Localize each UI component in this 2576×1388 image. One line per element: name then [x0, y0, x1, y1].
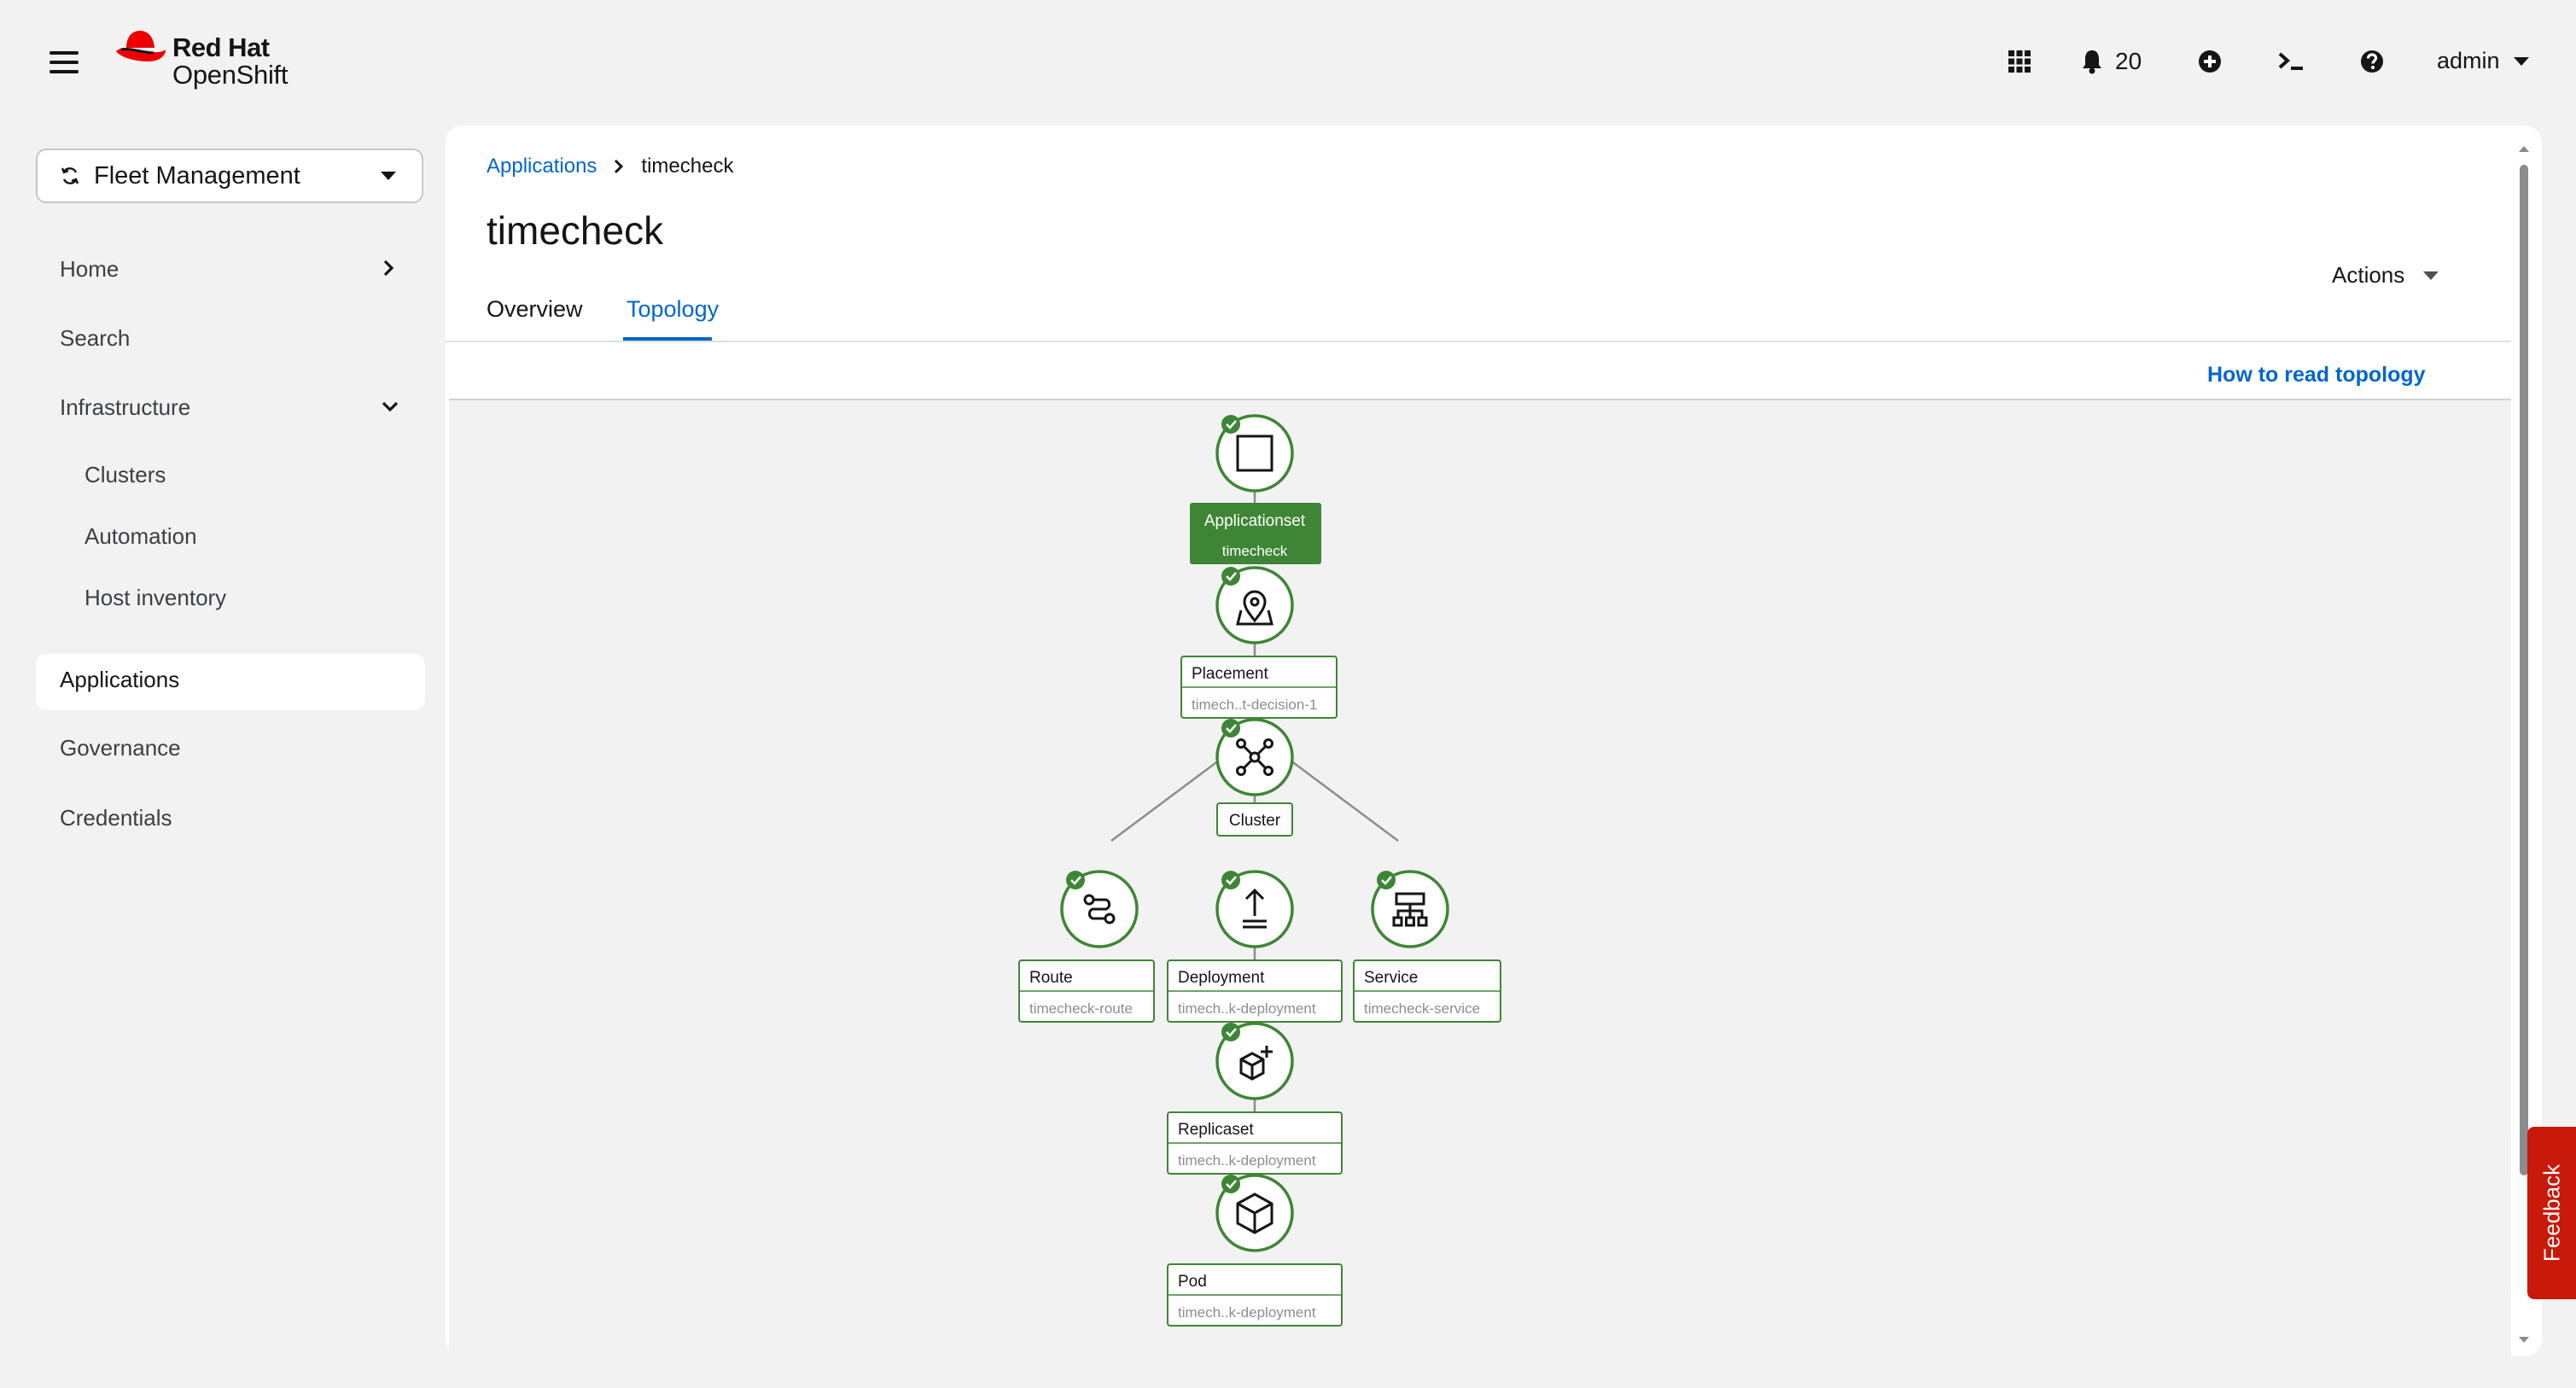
node-label: Service — [1364, 969, 1418, 987]
nav-credentials[interactable]: Credentials — [60, 805, 172, 831]
chevron-down-icon[interactable] — [381, 400, 399, 412]
notifications-button[interactable]: 20 — [2081, 44, 2142, 79]
success-icon — [1221, 1175, 1240, 1193]
node-sublabel: timech..t-decision-1 — [1192, 697, 1317, 713]
success-icon — [1221, 567, 1240, 586]
user-menu[interactable]: admin — [2437, 48, 2529, 74]
notification-count: 20 — [2115, 48, 2142, 74]
scroll-down-icon[interactable] — [2516, 1334, 2532, 1346]
node-label: Deployment — [1178, 969, 1265, 987]
main-content: Applications timecheck timecheck Actions… — [446, 125, 2542, 1356]
node-label: Applicationset — [1204, 512, 1306, 530]
node-route[interactable]: Route timecheck-route — [1018, 870, 1155, 1023]
brand-logo[interactable]: Red Hat OpenShift — [114, 26, 336, 94]
terminal-icon[interactable] — [2277, 44, 2305, 79]
masthead: Red Hat OpenShift 20 admin — [0, 0, 2576, 120]
node-sublabel: timecheck — [1222, 543, 1288, 559]
node-label: Pod — [1178, 1273, 1207, 1291]
node-sublabel: timech..k-deployment — [1178, 1304, 1316, 1321]
success-icon — [1221, 719, 1240, 738]
nav-infrastructure[interactable]: Infrastructure — [60, 394, 190, 421]
node-service[interactable]: Service timecheck-service — [1353, 870, 1501, 1023]
success-icon — [1221, 871, 1240, 889]
nav-clusters[interactable]: Clusters — [85, 462, 166, 488]
perspective-switcher[interactable]: Fleet Management — [36, 149, 423, 203]
perspective-name: Fleet Management — [94, 161, 300, 190]
node-deployment[interactable]: Deployment timech..k-deployment — [1167, 870, 1343, 1023]
caret-down-icon — [2423, 271, 2439, 280]
success-icon — [1066, 871, 1085, 889]
node-sublabel: timech..k-deployment — [1178, 1000, 1316, 1017]
help-icon[interactable] — [2359, 44, 2385, 79]
actions-label: Actions — [2332, 262, 2405, 288]
node-label: Replicaset — [1178, 1121, 1254, 1139]
node-cluster[interactable]: Cluster — [1215, 718, 1294, 837]
topology-graph: Applicationset timecheck Placement timec… — [1018, 414, 1501, 1327]
nav-applications[interactable]: Applications — [60, 667, 179, 693]
tab-topology[interactable]: Topology — [627, 296, 719, 323]
feedback-label: Feedback — [2538, 1163, 2564, 1263]
node-pod[interactable]: Pod timech..k-deployment — [1167, 1174, 1343, 1327]
page-title: timecheck — [487, 208, 664, 253]
caret-down-icon — [2513, 56, 2529, 66]
sidebar: Fleet Management Home Search Infrastruct… — [0, 120, 444, 1388]
brand-line1: Red Hat — [172, 32, 270, 62]
nav-search[interactable]: Search — [60, 325, 130, 352]
node-sublabel: timech..k-deployment — [1178, 1152, 1316, 1169]
tabs-divider — [446, 341, 2511, 342]
node-applicationset[interactable]: Applicationset timecheck — [1190, 414, 1321, 564]
nav-home[interactable]: Home — [60, 256, 119, 283]
success-icon — [1221, 415, 1240, 434]
feedback-button[interactable]: Feedback — [2527, 1127, 2576, 1299]
success-icon — [1221, 1023, 1240, 1041]
chevron-right-icon — [615, 159, 624, 174]
success-icon — [1377, 871, 1396, 889]
topology-canvas[interactable]: Applicationset timecheck Placement timec… — [449, 399, 2511, 1356]
add-icon[interactable] — [2197, 44, 2223, 79]
caret-down-icon — [381, 172, 396, 180]
node-label: Placement — [1192, 665, 1268, 683]
node-sublabel: timecheck-service — [1364, 1000, 1480, 1017]
nav-automation[interactable]: Automation — [85, 523, 197, 550]
scrollbar-thumb[interactable] — [2520, 165, 2528, 1175]
node-label: Route — [1029, 969, 1073, 987]
nav-governance[interactable]: Governance — [60, 735, 181, 761]
scroll-up-icon[interactable] — [2516, 143, 2532, 155]
actions-dropdown[interactable]: Actions — [2332, 262, 2439, 289]
how-to-read-topology-link[interactable]: How to read topology — [2207, 363, 2426, 388]
app-launcher-icon[interactable] — [2008, 44, 2031, 79]
bell-icon — [2083, 50, 2101, 74]
chevron-right-icon[interactable] — [382, 259, 394, 277]
nav-toggle-icon[interactable] — [50, 48, 79, 77]
redhat-hat-icon — [116, 31, 166, 61]
breadcrumb-current: timecheck — [641, 155, 734, 178]
node-placement[interactable]: Placement timech..t-decision-1 — [1180, 566, 1338, 719]
brand-line2: OpenShift — [172, 60, 288, 90]
node-sublabel: timecheck-route — [1029, 1000, 1133, 1017]
fleet-icon — [61, 167, 79, 184]
node-label: Cluster — [1229, 812, 1281, 830]
nav-host-inventory[interactable]: Host inventory — [85, 585, 226, 611]
tab-overview[interactable]: Overview — [487, 296, 583, 323]
node-replicaset[interactable]: Replicaset timech..k-deployment — [1167, 1022, 1343, 1175]
breadcrumb-applications-link[interactable]: Applications — [487, 155, 597, 178]
breadcrumb: Applications timecheck — [487, 155, 733, 178]
user-name: admin — [2437, 48, 2500, 73]
